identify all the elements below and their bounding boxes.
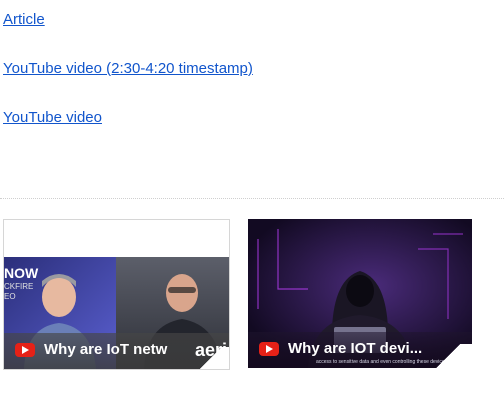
video-card-iot-networks[interactable]: NOW CKFIRE EO Why are IoT netw aeri <box>3 219 230 370</box>
youtube-timestamp-link[interactable]: YouTube video (2:30-4:20 timestamp) <box>3 59 253 79</box>
youtube-video-link[interactable]: YouTube video <box>3 108 102 128</box>
section-divider <box>0 198 504 199</box>
page-curl <box>424 344 472 368</box>
youtube-icon <box>259 342 279 356</box>
youtube-icon <box>15 343 35 357</box>
brand-sub-label: CKFIRE <box>4 282 34 291</box>
page-curl <box>193 347 229 369</box>
article-link[interactable]: Article <box>3 10 45 30</box>
brand-now-label: NOW <box>4 265 39 281</box>
video-title: Why are IOT devi... <box>288 340 423 357</box>
video-card-iot-devices[interactable]: Why are IOT devi... access to sensitive … <box>248 219 472 368</box>
brand-sub2-label: EO <box>4 292 16 301</box>
video-title: Why are IoT netw <box>44 341 168 358</box>
